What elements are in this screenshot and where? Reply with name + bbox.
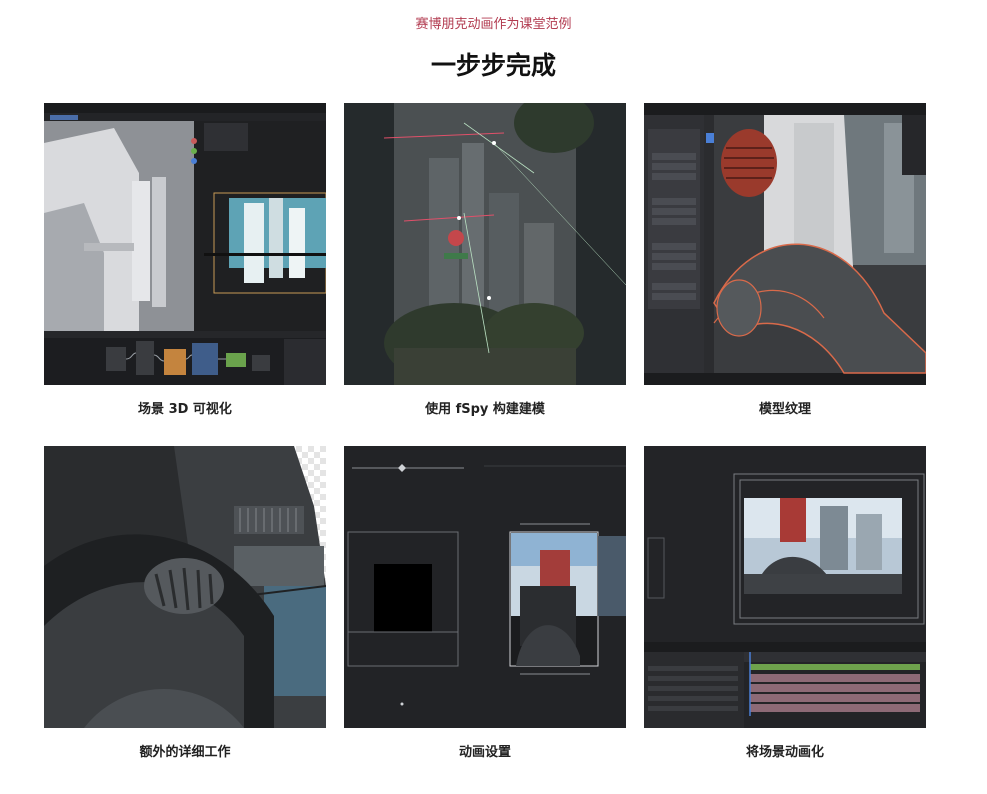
step-card-model-texturing: 模型纹理 — [644, 103, 926, 419]
step-card-extra-detailing: 额外的详细工作 — [44, 446, 326, 762]
step-card-fspy-modeling: 使用 fSpy 构建建模 — [344, 103, 626, 419]
step-caption: 额外的详细工作 — [139, 745, 231, 760]
detail-render-screenshot — [44, 446, 326, 728]
step-thumbnail-scene-visualization[interactable] — [44, 103, 326, 385]
step-card-animation-setup: 动画设置 — [344, 446, 626, 762]
section-heading: 一步步完成 — [430, 51, 556, 80]
step-thumbnail-fspy-modeling[interactable] — [344, 103, 626, 385]
step-card-scene-visualization: 场景 3D 可视化 — [44, 103, 326, 419]
section-kicker: 赛博朋克动画作为课堂范例 — [415, 17, 572, 32]
step-thumbnail-extra-detailing[interactable] — [44, 446, 326, 728]
step-thumbnail-animation-setup[interactable] — [344, 446, 626, 728]
step-caption: 场景 3D 可视化 — [138, 402, 232, 417]
animation-setup-screenshot — [344, 446, 626, 728]
texturing-viewport-screenshot — [644, 103, 926, 385]
step-thumbnail-model-texturing[interactable] — [644, 103, 926, 385]
timeline-animation-screenshot — [644, 446, 926, 728]
step-caption: 将场景动画化 — [745, 745, 824, 760]
fspy-photo-screenshot — [344, 103, 626, 385]
blender-viewport-screenshot — [44, 103, 326, 385]
step-caption: 使用 fSpy 构建建模 — [425, 402, 545, 417]
step-caption: 动画设置 — [458, 745, 511, 760]
step-thumbnail-scene-animation[interactable] — [644, 446, 926, 728]
step-card-scene-animation: 将场景动画化 — [644, 446, 926, 762]
step-caption: 模型纹理 — [758, 402, 811, 417]
